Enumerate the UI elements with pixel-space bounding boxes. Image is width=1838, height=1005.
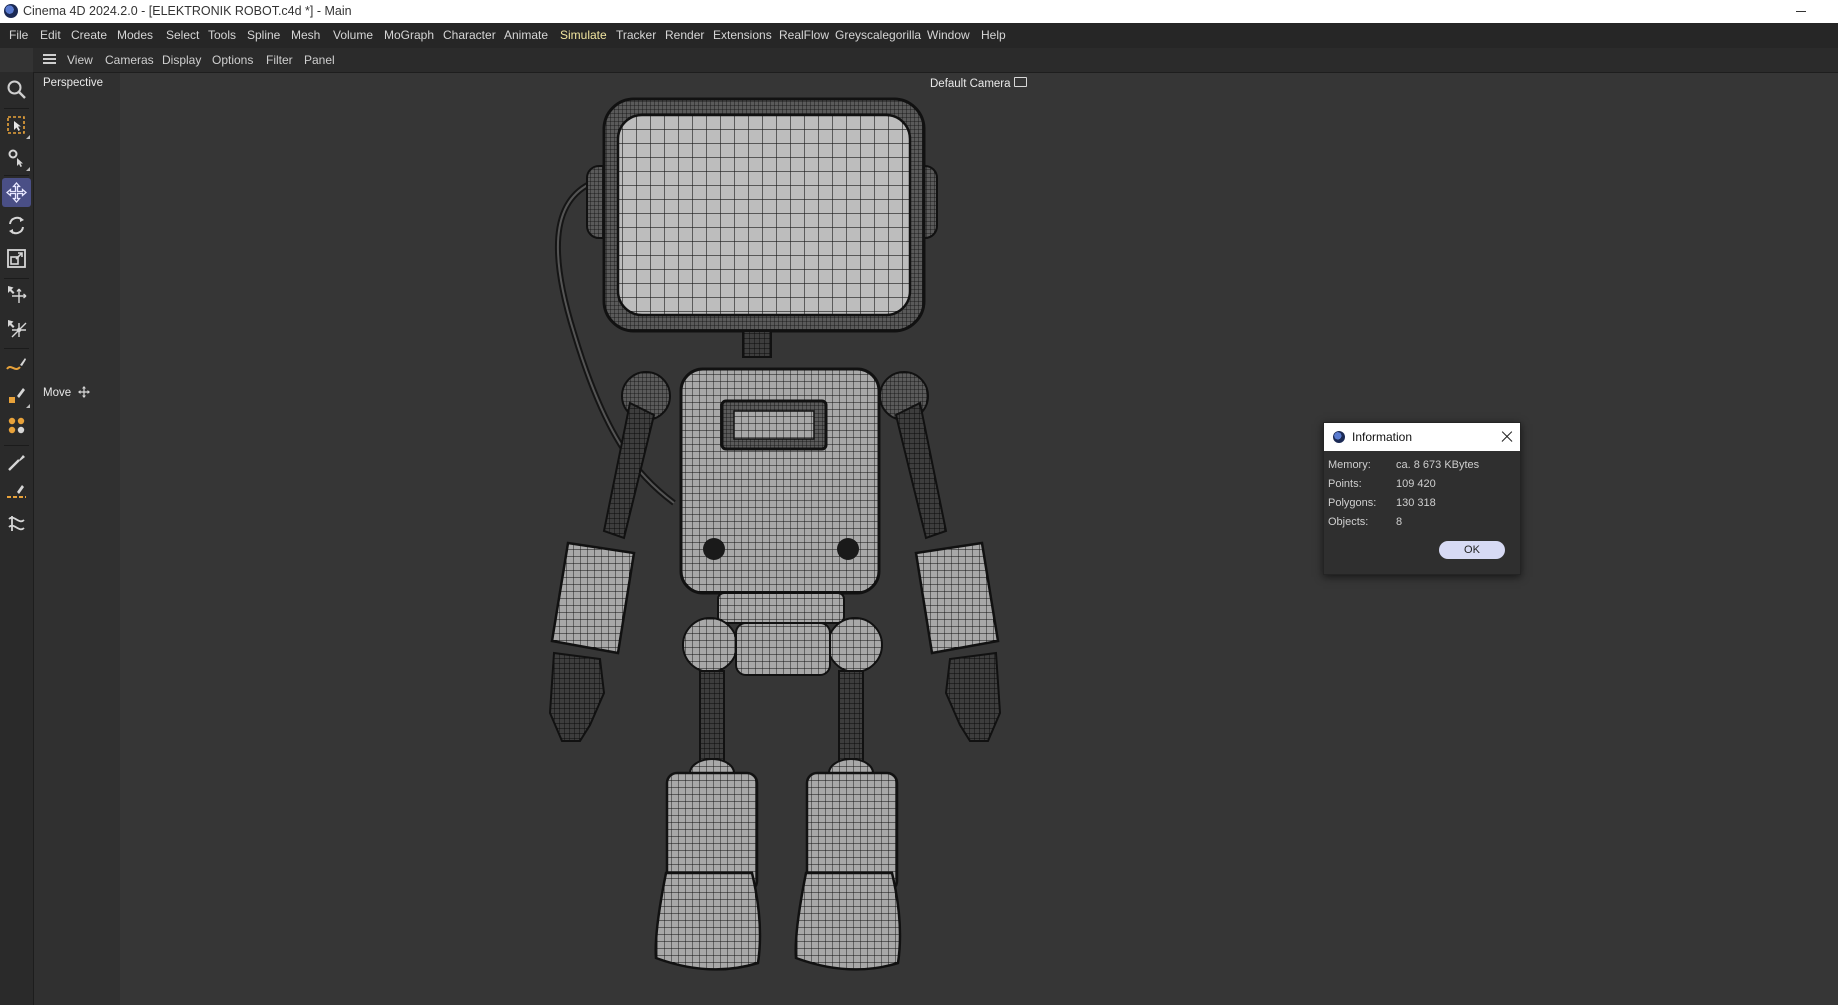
menu-animate[interactable]: Animate: [504, 28, 548, 42]
ok-button[interactable]: OK: [1439, 541, 1505, 559]
twist-deformer-icon[interactable]: [2, 509, 31, 538]
move-icon[interactable]: [2, 178, 31, 207]
spline-pen-icon[interactable]: [2, 351, 31, 380]
menu-modes[interactable]: Modes: [117, 28, 153, 42]
axis-scale-icon[interactable]: [2, 314, 31, 343]
cinema4d-logo-icon: [4, 4, 18, 18]
hamburger-menu-icon[interactable]: [43, 54, 56, 65]
minimize-button[interactable]: [1790, 3, 1812, 19]
scale-icon[interactable]: [2, 244, 31, 273]
menu-spline[interactable]: Spline: [247, 28, 280, 42]
axis-move-icon[interactable]: [2, 280, 31, 309]
menu-render[interactable]: Render: [665, 28, 704, 42]
memory-label: Memory:: [1328, 459, 1371, 471]
menu-file[interactable]: File: [9, 28, 28, 42]
rotate-icon[interactable]: [2, 211, 31, 240]
objects-label: Objects:: [1328, 516, 1369, 528]
spline-sketch-icon[interactable]: [2, 380, 31, 409]
menu-greyscalegorilla[interactable]: Greyscalegorilla: [835, 28, 921, 42]
cinema4d-dialog-icon: [1333, 431, 1345, 443]
menu-extensions[interactable]: Extensions: [713, 28, 772, 42]
menu-realflow[interactable]: RealFlow: [779, 28, 829, 42]
menu-help[interactable]: Help: [981, 28, 1006, 42]
information-dialog: Information Memory: ca. 8 673 KBytes Poi…: [1323, 422, 1521, 575]
objects-value: 8: [1396, 516, 1403, 528]
menu-volume[interactable]: Volume: [333, 28, 373, 42]
live-selection-icon[interactable]: [2, 111, 31, 140]
window-title: Cinema 4D 2024.2.0 - [ELEKTRONIK ROBOT.c…: [23, 4, 352, 18]
viewport-menu-panel[interactable]: Panel: [304, 53, 335, 67]
menu-edit[interactable]: Edit: [40, 28, 61, 42]
close-icon[interactable]: [1499, 429, 1514, 444]
tool-palette: [0, 72, 34, 1005]
viewport-menu-filter[interactable]: Filter: [266, 53, 293, 67]
spline-bevel-icon[interactable]: [2, 477, 31, 506]
menu-mograph[interactable]: MoGraph: [384, 28, 434, 42]
menu-tracker[interactable]: Tracker: [616, 28, 656, 42]
menu-tools[interactable]: Tools: [208, 28, 236, 42]
memory-value: ca. 8 673 KBytes: [1396, 459, 1480, 471]
tweak-icon[interactable]: [2, 143, 31, 172]
mograph-cloner-icon[interactable]: [2, 411, 31, 440]
perspective-viewport[interactable]: Perspective Move Default Camera Informat…: [34, 73, 1838, 1005]
viewport-menu-bar: View Cameras Display Options Filter Pane…: [33, 48, 1838, 73]
polygons-label: Polygons:: [1328, 497, 1377, 509]
robot-wireframe-model[interactable]: [34, 73, 1838, 1005]
menu-create[interactable]: Create: [71, 28, 107, 42]
menu-select[interactable]: Select: [166, 28, 199, 42]
points-value: 109 420: [1396, 478, 1436, 490]
dialog-title-bar[interactable]: Information: [1324, 423, 1520, 451]
title-bar: Cinema 4D 2024.2.0 - [ELEKTRONIK ROBOT.c…: [0, 0, 1838, 23]
search-icon[interactable]: [2, 75, 31, 104]
menu-character[interactable]: Character: [443, 28, 496, 42]
polygons-value: 130 318: [1396, 497, 1436, 509]
viewport-menu-cameras[interactable]: Cameras: [105, 53, 154, 67]
points-label: Points:: [1328, 478, 1362, 490]
menu-window[interactable]: Window: [927, 28, 970, 42]
paint-brush-icon[interactable]: [2, 448, 31, 477]
menu-mesh[interactable]: Mesh: [291, 28, 320, 42]
viewport-menu-view[interactable]: View: [67, 53, 93, 67]
dialog-title: Information: [1352, 430, 1413, 444]
viewport-menu-options[interactable]: Options: [212, 53, 253, 67]
main-menu-bar: File Edit Create Modes Select Tools Spli…: [0, 23, 1838, 48]
viewport-menu-display[interactable]: Display: [162, 53, 201, 67]
menu-simulate[interactable]: Simulate: [560, 28, 607, 42]
